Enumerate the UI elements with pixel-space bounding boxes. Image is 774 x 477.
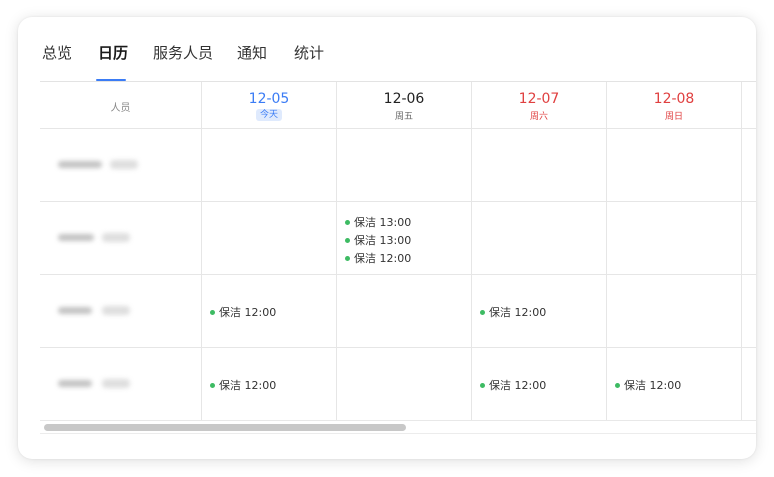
day-cell[interactable] bbox=[607, 275, 742, 348]
person-column-header: 人员 bbox=[40, 82, 202, 129]
event-status-dot bbox=[480, 382, 485, 388]
day-cell-partial bbox=[742, 202, 756, 275]
event-label: 保洁 12:00 bbox=[489, 379, 547, 392]
event-item[interactable]: 保洁 12:00 bbox=[210, 377, 276, 393]
person-cell[interactable] bbox=[40, 275, 202, 348]
event-status-dot bbox=[345, 219, 350, 225]
event-label: 保洁 12:00 bbox=[219, 306, 277, 319]
person-tag-redacted bbox=[102, 306, 130, 315]
person-cell[interactable] bbox=[40, 129, 202, 202]
day-cell[interactable] bbox=[202, 129, 337, 202]
person-tag-redacted bbox=[110, 160, 138, 169]
person-name-redacted bbox=[58, 234, 94, 241]
event-item[interactable]: 保洁 13:00 bbox=[345, 232, 411, 248]
day-cell[interactable] bbox=[337, 129, 472, 202]
day-header-1[interactable]: 12-06 周五 bbox=[337, 82, 472, 129]
day-cell[interactable] bbox=[202, 202, 337, 275]
event-item[interactable]: 保洁 12:00 bbox=[210, 304, 276, 320]
tab-statistics[interactable]: 统计 bbox=[294, 42, 324, 63]
day-cell[interactable] bbox=[607, 202, 742, 275]
event-item[interactable]: 保洁 13:00 bbox=[345, 214, 411, 230]
event-label: 保洁 12:00 bbox=[354, 252, 412, 265]
day-cell[interactable] bbox=[472, 202, 607, 275]
tab-service-staff[interactable]: 服务人员 bbox=[153, 42, 213, 63]
event-label: 保洁 12:00 bbox=[219, 379, 277, 392]
event-item[interactable]: 保洁 12:00 bbox=[480, 377, 546, 393]
horizontal-scrollbar[interactable] bbox=[40, 420, 756, 434]
day-cell-partial bbox=[742, 348, 756, 421]
person-name-redacted bbox=[58, 380, 92, 387]
person-cell[interactable] bbox=[40, 202, 202, 275]
person-name-redacted bbox=[58, 307, 92, 314]
event-label: 保洁 12:00 bbox=[624, 379, 682, 392]
day-cell[interactable]: 保洁 12:00 bbox=[607, 348, 742, 421]
day-weekday: 周五 bbox=[394, 112, 413, 122]
day-cell[interactable]: 保洁 12:00 bbox=[202, 275, 337, 348]
event-status-dot bbox=[480, 309, 485, 315]
calendar-grid: 人员 12-05 今天 12-06 周五 12-07 周六 12-08 周日 保… bbox=[40, 81, 756, 421]
day-cell[interactable] bbox=[337, 275, 472, 348]
day-cell[interactable]: 保洁 12:00 bbox=[202, 348, 337, 421]
event-status-dot bbox=[345, 255, 350, 261]
day-cell-partial bbox=[742, 129, 756, 202]
person-tag-redacted bbox=[102, 233, 130, 242]
day-date: 12-06 bbox=[383, 91, 425, 107]
day-date: 12-08 bbox=[653, 91, 695, 107]
tab-overview[interactable]: 总览 bbox=[42, 42, 72, 63]
event-status-dot bbox=[210, 309, 215, 315]
tab-notifications[interactable]: 通知 bbox=[237, 42, 267, 63]
day-weekday: 周日 bbox=[664, 112, 683, 122]
day-cell[interactable]: 保洁 12:00 bbox=[472, 348, 607, 421]
day-cell[interactable] bbox=[607, 129, 742, 202]
scrollbar-thumb[interactable] bbox=[44, 424, 406, 431]
day-date: 12-05 bbox=[248, 91, 290, 107]
tab-calendar[interactable]: 日历 bbox=[98, 42, 128, 63]
event-item[interactable]: 保洁 12:00 bbox=[345, 250, 411, 266]
event-status-dot bbox=[210, 382, 215, 388]
calendar-card: 总览 日历 服务人员 通知 统计 人员 12-05 今天 12-06 周五 12… bbox=[18, 17, 756, 459]
person-name-redacted bbox=[58, 161, 102, 168]
day-header-3[interactable]: 12-08 周日 bbox=[607, 82, 742, 129]
day-cell[interactable] bbox=[472, 129, 607, 202]
event-label: 保洁 13:00 bbox=[354, 216, 412, 229]
day-cell[interactable]: 保洁 13:00 保洁 13:00 保洁 12:00 bbox=[337, 202, 472, 275]
person-cell[interactable] bbox=[40, 348, 202, 421]
event-item[interactable]: 保洁 12:00 bbox=[480, 304, 546, 320]
day-header-partial bbox=[742, 82, 756, 129]
event-label: 保洁 13:00 bbox=[354, 234, 412, 247]
day-weekday: 今天 bbox=[202, 109, 336, 121]
event-item[interactable]: 保洁 12:00 bbox=[615, 377, 681, 393]
person-column-label: 人员 bbox=[110, 103, 131, 114]
day-date: 12-07 bbox=[518, 91, 560, 107]
day-cell-partial bbox=[742, 275, 756, 348]
event-status-dot bbox=[615, 382, 620, 388]
day-header-2[interactable]: 12-07 周六 bbox=[472, 82, 607, 129]
day-cell[interactable] bbox=[337, 348, 472, 421]
day-weekday: 周六 bbox=[529, 112, 548, 122]
day-header-0[interactable]: 12-05 今天 bbox=[202, 82, 337, 129]
event-label: 保洁 12:00 bbox=[489, 306, 547, 319]
today-badge: 今天 bbox=[255, 109, 282, 121]
event-status-dot bbox=[345, 237, 350, 243]
day-cell[interactable]: 保洁 12:00 bbox=[472, 275, 607, 348]
tab-bar: 总览 日历 服务人员 通知 统计 bbox=[18, 17, 756, 81]
person-tag-redacted bbox=[102, 379, 130, 388]
